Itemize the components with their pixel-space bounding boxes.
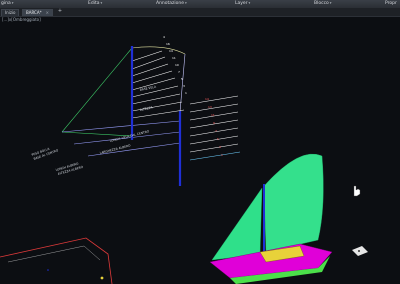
- menu-blocco[interactable]: Blocco▾: [314, 1, 332, 6]
- dimension-label: ALTEZZA: [139, 105, 154, 112]
- sailboat-3d-model[interactable]: [209, 153, 333, 284]
- drawing-canvas[interactable]: 4 16 14 11 10 7 5 3 1 14 13 11 9 7 5 3 1…: [0, 16, 400, 284]
- scale-label: 16: [166, 42, 170, 46]
- main-sail: [263, 153, 324, 253]
- chevron-down-icon: ▾: [248, 1, 251, 5]
- close-icon[interactable]: ×: [46, 10, 49, 15]
- menu-pagina[interactable]: gina▾: [1, 1, 13, 6]
- tab-barca[interactable]: BARCA* ×: [22, 9, 53, 16]
- chevron-down-icon: ▾: [329, 1, 332, 5]
- scale-label: 3: [183, 84, 185, 88]
- scale-label: 3: [219, 145, 221, 149]
- jib-sail: [211, 187, 263, 261]
- scale-label: 14: [169, 49, 173, 53]
- menu-edita[interactable]: Edita▾: [88, 1, 102, 6]
- scale-label: 11: [211, 113, 215, 117]
- chevron-down-icon: ▾: [185, 1, 187, 5]
- chevron-down-icon: ▾: [100, 1, 103, 5]
- scale-label: 7: [178, 70, 180, 74]
- new-tab-button[interactable]: +: [57, 9, 63, 15]
- scale-label: 13: [208, 105, 212, 109]
- scale-label: 1: [185, 91, 187, 95]
- scale-label: 7: [215, 129, 217, 133]
- tab-inizio[interactable]: Inizio: [1, 9, 20, 16]
- scale-label: 5: [181, 77, 183, 81]
- dimension-label: BASE VELA: [139, 84, 157, 92]
- scale-label: 11: [172, 56, 176, 60]
- scale-label: 10: [175, 63, 179, 67]
- hand-pointer-icon: [353, 185, 361, 197]
- scale-label: 14: [205, 97, 209, 101]
- scale-label: 4: [163, 35, 165, 39]
- chevron-down-icon: ▾: [11, 1, 14, 5]
- scale-label: 9: [213, 121, 215, 125]
- menu-layer[interactable]: Layer▾: [235, 1, 250, 6]
- menu-proprieta[interactable]: Propr: [385, 1, 397, 6]
- dimension-label: LARGHEZZA ALBERO: [99, 143, 131, 155]
- hull-outline-drawing: [0, 237, 113, 284]
- point-marker: [352, 246, 368, 256]
- scale-label: 1: [221, 153, 223, 157]
- menu-annotazione[interactable]: Annotazione▾: [156, 1, 187, 6]
- top-scale-labels: 4 16 14 11 10 7 5 3 1: [163, 35, 187, 95]
- scale-label: 5: [217, 137, 219, 141]
- dimension-labels: PESO BOLLA BASE AL CENTRO LUNGH ALBERO A…: [31, 84, 157, 176]
